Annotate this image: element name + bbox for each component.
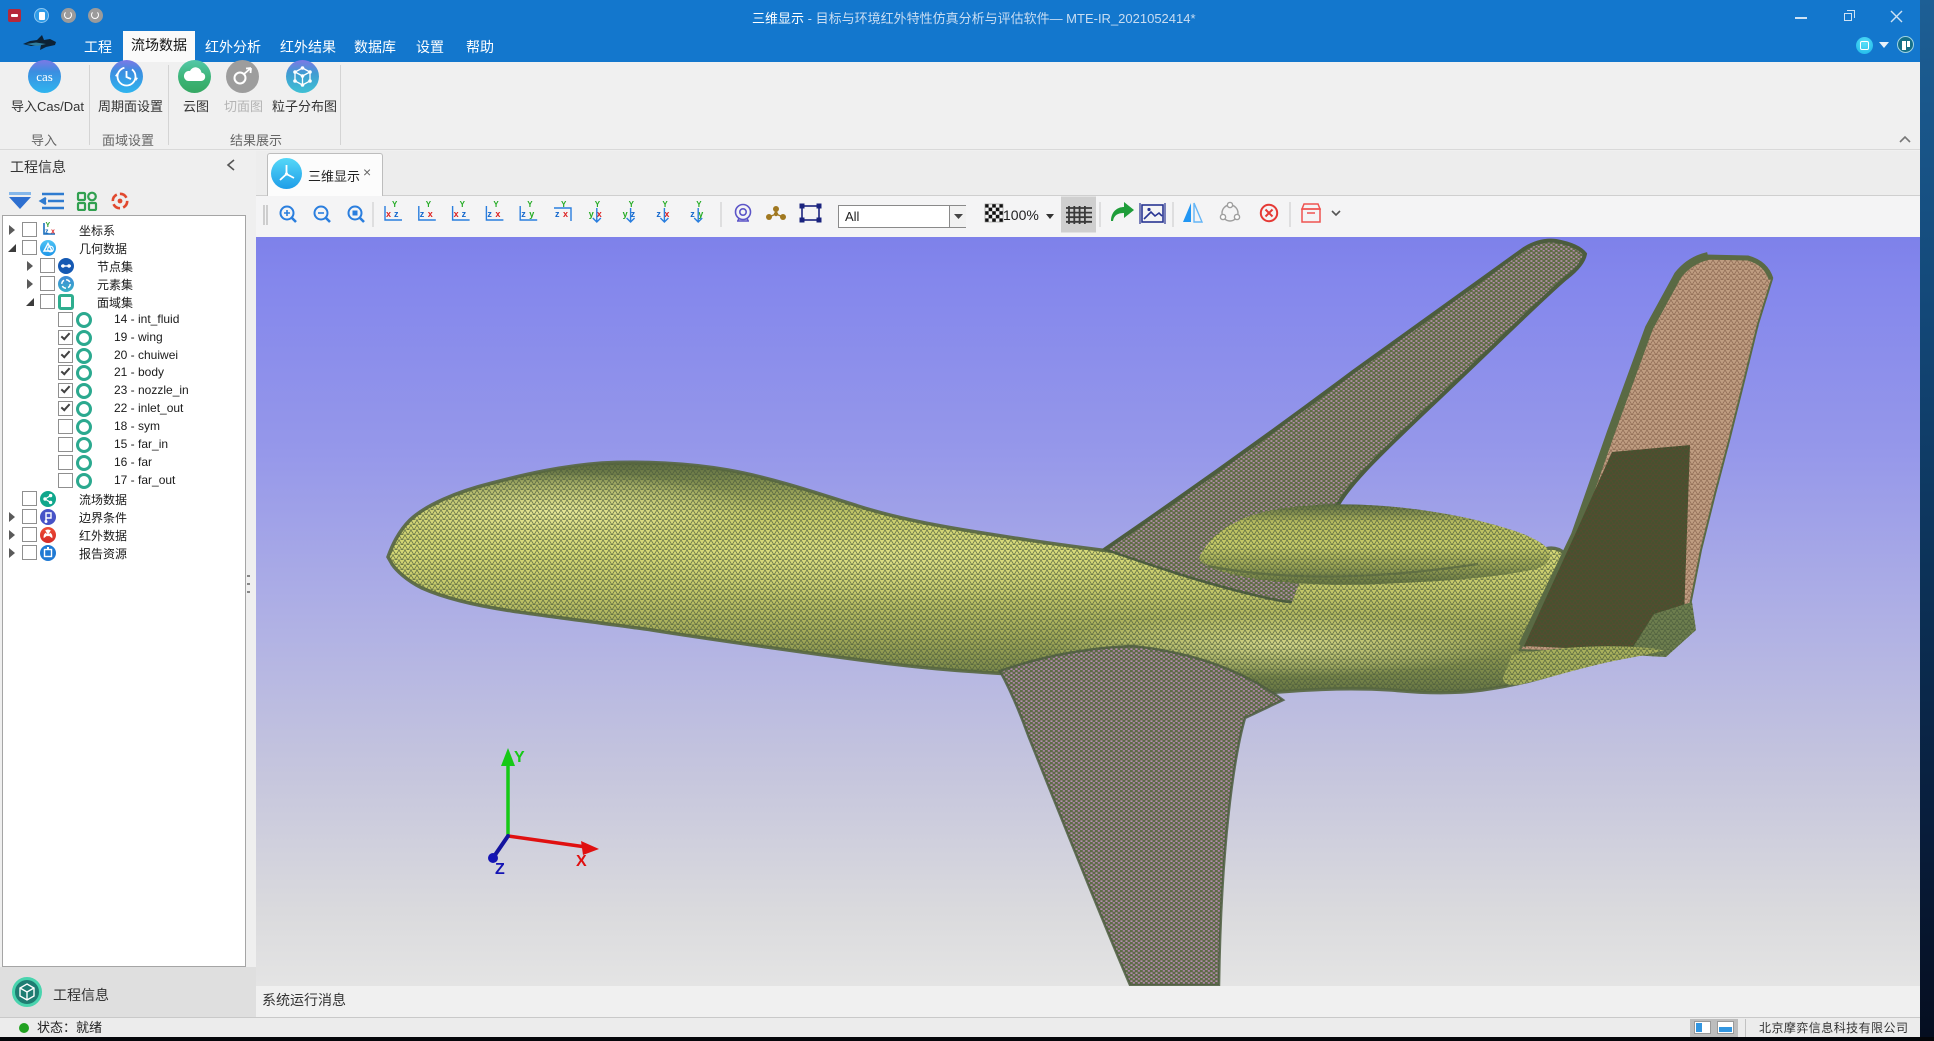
- svg-text:X: X: [576, 853, 587, 870]
- svg-text:Y: Y: [595, 200, 601, 209]
- svg-text:z: z: [394, 209, 399, 219]
- svg-text:Y: Y: [460, 200, 466, 209]
- svg-text:x: x: [563, 209, 568, 219]
- svg-text:z: z: [521, 209, 526, 219]
- svg-text:y: y: [623, 209, 628, 219]
- svg-text:z: z: [690, 209, 695, 219]
- svg-text:z: z: [487, 209, 492, 219]
- svg-text:y: y: [529, 209, 534, 219]
- svg-text:y: y: [589, 209, 594, 219]
- svg-text:x: x: [51, 229, 55, 236]
- svg-text:Z: Z: [495, 861, 505, 878]
- svg-text:Y: Y: [662, 200, 668, 209]
- svg-text:Y: Y: [392, 200, 398, 209]
- svg-text:z: z: [45, 229, 49, 236]
- svg-text:Y: Y: [514, 749, 525, 766]
- svg-text:z: z: [420, 209, 425, 219]
- svg-text:x: x: [454, 209, 459, 219]
- svg-text:x: x: [495, 209, 500, 219]
- svg-text:z: z: [631, 209, 636, 219]
- svg-text:Y: Y: [426, 200, 432, 209]
- svg-text:x: x: [386, 209, 391, 219]
- svg-text:Y: Y: [696, 200, 702, 209]
- svg-text:Y: Y: [629, 200, 635, 209]
- svg-text:z: z: [555, 209, 560, 219]
- svg-text:Y: Y: [493, 200, 499, 209]
- svg-text:x: x: [664, 209, 669, 219]
- svg-text:x: x: [597, 209, 602, 219]
- svg-text:Y: Y: [527, 200, 533, 209]
- svg-text:z: z: [656, 209, 661, 219]
- svg-text:x: x: [428, 209, 433, 219]
- svg-text:z: z: [462, 209, 467, 219]
- svg-text:y: y: [698, 209, 703, 219]
